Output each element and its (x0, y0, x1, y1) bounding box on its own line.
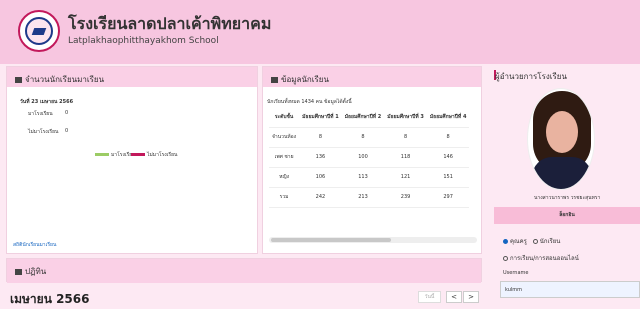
table-cell: รวม (269, 187, 300, 208)
previous-month-button[interactable]: < (446, 291, 462, 303)
student-radio[interactable] (532, 239, 538, 244)
table-cell: หญิง (269, 167, 300, 188)
table-row: จำนวนห้อง 8 8 8 8 (269, 127, 470, 148)
table-row: รวม 242 213 239 297 (269, 187, 470, 208)
table-cell: 106 (299, 167, 342, 188)
username-label: Username (503, 270, 529, 276)
attendance-date: วันที่ 23 เมษายน 2566 (20, 99, 74, 105)
username-input[interactable]: kulmm (500, 281, 640, 298)
table-cell: 8 (299, 127, 342, 148)
table-header: ระดับชั้น (269, 107, 300, 128)
school-logo-icon (18, 10, 60, 52)
absent-label: ไม่มาโรงเรียน (28, 129, 59, 135)
table-cell: 297 (426, 187, 470, 208)
student-attendance-panel: จำนวนนักเรียนมาเรียน วันที่ 23 เมษายน 25… (6, 66, 258, 254)
school-name-english: Latplakhaophitthayakhom School (68, 36, 219, 46)
calendar-icon (15, 268, 22, 275)
site-header: โรงเรียนลาดปลาเค้าพิทยาคม Latplakhaophit… (0, 0, 640, 64)
legend-present-swatch (95, 153, 109, 156)
attendance-title: จำนวนนักเรียนมาเรียน (7, 67, 257, 87)
calendar-panel: ปฏิทิน (6, 258, 482, 283)
student-table: ระดับชั้น มัธยมศึกษาปีที่ 1 มัธยมศึกษาปี… (269, 107, 470, 208)
table-cell: 121 (384, 167, 427, 188)
login-title: ล็อกอิน (494, 207, 640, 224)
student-summary: นักเรียนทั้งหมด 1434 คน ข้อมูลได้ตั้งนี้ (267, 99, 352, 105)
school-name-thai: โรงเรียนลาดปลาเค้าพิทยาคม (68, 14, 272, 33)
student-info-title: ข้อมูลนักเรียน (263, 67, 481, 87)
car-icon (15, 76, 22, 83)
student-radio-label: นักเรียน (539, 238, 561, 245)
legend-absent-swatch (131, 153, 145, 156)
table-cell: 136 (299, 147, 342, 168)
online-learning-row: การเรียน/การสอนออนไลน์ (503, 253, 579, 263)
online-learning-radio[interactable] (503, 256, 508, 261)
teacher-radio-label: คุณครู (510, 238, 527, 245)
users-icon (271, 76, 278, 83)
table-cell: 118 (384, 147, 427, 168)
today-button[interactable]: วันนี้ (418, 291, 441, 303)
table-header: มัธยมศึกษาปีที่ 4 (426, 107, 470, 128)
student-info-panel: ข้อมูลนักเรียน นักเรียนทั้งหมด 1434 คน ข… (262, 66, 482, 254)
table-cell: 146 (426, 147, 470, 168)
table-header: มัธยมศึกษาปีที่ 3 (384, 107, 427, 128)
table-header-row: ระดับชั้น มัธยมศึกษาปีที่ 1 มัธยมศึกษาปี… (269, 107, 470, 128)
director-title: ผู้อำนวยการโรงเรียน (495, 72, 567, 81)
table-row: เพศ ชาย 136 100 118 146 (269, 147, 470, 168)
table-row: หญิง 106 113 121 151 (269, 167, 470, 188)
table-cell: 113 (341, 167, 385, 188)
legend-absent-label: ไม่มาโรงเรียน (147, 152, 178, 158)
director-photo (527, 88, 595, 190)
director-name: นางสาวนาราพร วรชยะสุนทรา (534, 195, 601, 201)
table-cell: จำนวนห้อง (269, 127, 300, 148)
table-cell: 8 (426, 127, 470, 148)
present-value: 0 (65, 110, 69, 116)
scrollbar-thumb[interactable] (271, 238, 391, 242)
table-cell: 242 (299, 187, 342, 208)
teacher-radio[interactable] (503, 239, 508, 244)
table-cell: 239 (384, 187, 427, 208)
present-label: มาโรงเรียน (28, 111, 53, 117)
table-cell: เพศ ชาย (269, 147, 300, 168)
attendance-stats-link[interactable]: สถิตินักเรียนมาเรียน (13, 241, 56, 249)
calendar-month: เมษายน 2566 (10, 292, 90, 306)
table-cell: 151 (426, 167, 470, 188)
login-radio-row: คุณครู นักเรียน (503, 236, 560, 246)
table-header: มัธยมศึกษาปีที่ 2 (341, 107, 385, 128)
online-learning-label: การเรียน/การสอนออนไลน์ (510, 255, 579, 262)
calendar-section-title: ปฏิทิน (7, 259, 481, 283)
table-cell: 213 (341, 187, 385, 208)
table-cell: 8 (384, 127, 427, 148)
table-cell: 8 (341, 127, 385, 148)
absent-value: 0 (65, 128, 69, 134)
next-month-button[interactable]: > (463, 291, 479, 303)
table-cell: 100 (341, 147, 385, 168)
table-header: มัธยมศึกษาปีที่ 1 (299, 107, 342, 128)
